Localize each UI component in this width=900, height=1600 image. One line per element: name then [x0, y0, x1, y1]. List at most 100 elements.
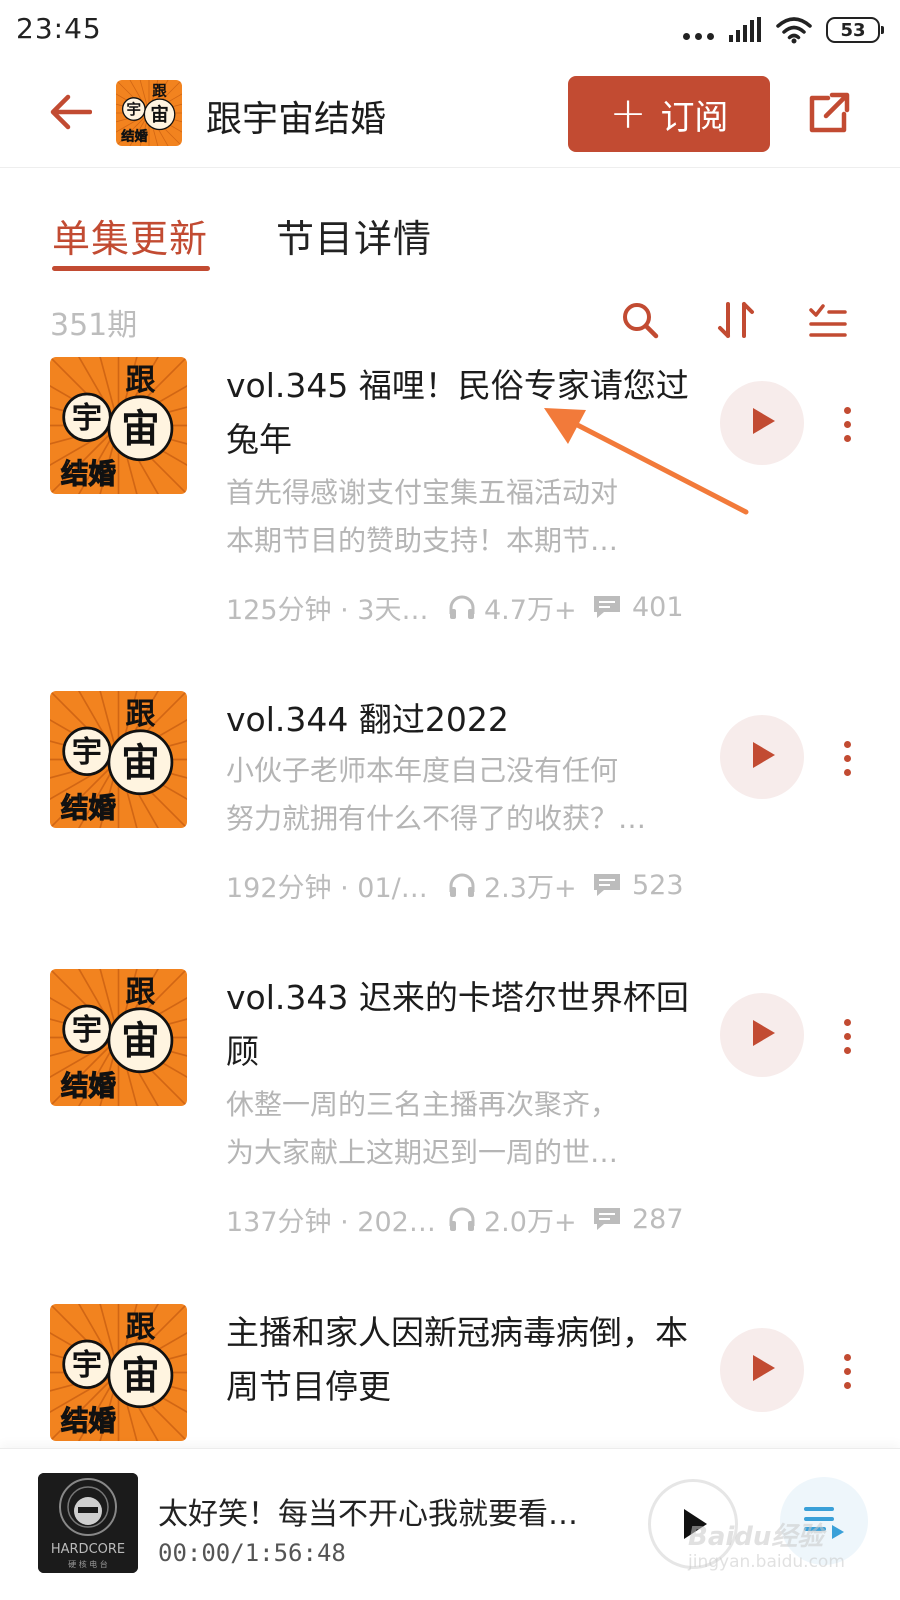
tab-bar: 单集更新 节目详情 [0, 200, 900, 280]
episode-comments: 401 [632, 591, 684, 623]
cover-char: 宙 [121, 407, 159, 452]
tab-episodes[interactable]: 单集更新 [52, 208, 208, 263]
episode-play-button[interactable] [720, 715, 804, 799]
cover-char: 跟 [125, 363, 156, 398]
cover-art-icon: 跟宇 宙结婚 [50, 357, 187, 494]
episode-cover: 跟宇宙结婚 [50, 1304, 187, 1441]
episode-meta: 192分钟 · 01/… 2.3万+ 523 [226, 867, 696, 904]
plus-icon: + [609, 88, 647, 139]
cover-char: 宇 [72, 735, 102, 770]
cover-char: 跟 [125, 975, 156, 1010]
episode-description-line: 小伙子老师本年度自己没有任何 [226, 754, 619, 787]
episode-play-button[interactable] [720, 993, 804, 1077]
episode-cover: 跟宇宙结婚 [50, 691, 187, 828]
watermark-url: jingyan.baidu.com [688, 1552, 845, 1572]
cover-char: 宙 [150, 104, 168, 126]
cover-char: 宇 [127, 100, 142, 118]
play-icon [745, 1351, 779, 1389]
cover-char: 跟 [125, 697, 156, 732]
episode-count: 351期 [50, 308, 138, 343]
cover-char: 宇 [72, 1348, 102, 1383]
battery-indicator: 53 [826, 17, 884, 43]
episode-plays: 2.0万+ [484, 1206, 577, 1238]
now-playing-time: 00:00/1:56:48 [158, 1539, 346, 1567]
now-playing-title: 太好笑！每当不开心我就要看… [158, 1497, 578, 1532]
cover-char: 宙 [121, 1019, 159, 1064]
episode-play-button[interactable] [720, 1328, 804, 1412]
episode-more-button[interactable] [832, 733, 862, 783]
episode-cover: 跟宇宙结婚 [50, 969, 187, 1106]
episode-duration: 192分钟 · 01/… [226, 872, 428, 904]
episode-description: 休整一周的三名主播再次聚齐， 为大家献上这期迟到一周的世… [226, 1081, 686, 1177]
share-button[interactable] [800, 86, 856, 142]
episode-description-line: 努力就拥有什么不得了的收获？… [226, 802, 647, 835]
podcast-cover: 跟宇宙结婚 [116, 80, 182, 146]
cover-char: 跟 [152, 83, 167, 100]
cover-char: 宙 [121, 1354, 159, 1399]
episode-meta: 137分钟 · 202… 2.0万+ 287 [226, 1201, 696, 1238]
comment-icon [592, 594, 622, 620]
cover-char: 结婚 [61, 1071, 116, 1102]
episode-duration: 125分钟 · 3天… [226, 594, 429, 626]
comment-icon [592, 872, 622, 898]
episode-description-line: 休整一周的三名主播再次聚齐， [226, 1088, 619, 1121]
headphones-icon [448, 1206, 476, 1232]
wifi-icon [776, 17, 812, 44]
search-button[interactable] [616, 296, 664, 344]
episode-description: 首先得感谢支付宝集五福活动对 本期节目的赞助支持！本期节… [226, 469, 686, 565]
signal-bars-icon [729, 17, 761, 42]
cover-char: 宇 [72, 1013, 102, 1048]
cover-art-icon: 跟宇 宙结婚 [50, 691, 187, 828]
search-icon [623, 303, 659, 339]
episode-play-button[interactable] [720, 381, 804, 465]
comment-icon [592, 1206, 622, 1232]
cover-char: 结婚 [61, 1406, 116, 1437]
episode-title: 主播和家人因新冠病毒病倒，本周节目停更 [226, 1313, 688, 1406]
episode-cover: 跟宇宙结婚 [50, 357, 187, 494]
cover-char: 宇 [72, 401, 102, 436]
episode-description-line: 为大家献上这期迟到一周的世… [226, 1136, 619, 1169]
episode-description-line: 首先得感谢支付宝集五福活动对 [226, 476, 619, 509]
play-icon [745, 738, 779, 776]
episode-more-button[interactable] [832, 1011, 862, 1061]
episode-description-line: 本期节目的赞助支持！本期节… [226, 524, 619, 557]
play-icon [745, 1016, 779, 1054]
cover-char: 结婚 [61, 459, 116, 490]
play-icon [745, 404, 779, 442]
notification-dots-icon [683, 20, 714, 40]
now-playing-cover: HARDCORE 硬 核 电 台 [38, 1473, 138, 1573]
headphones-icon [448, 872, 476, 898]
episode-duration: 137分钟 · 202… [226, 1206, 436, 1238]
cover-text: HARDCORE [51, 1542, 125, 1557]
subscribe-label: 订阅 [660, 97, 729, 138]
subscribe-button[interactable]: + 订阅 [568, 76, 770, 152]
status-bar: 23:45 53 [0, 0, 900, 62]
cover-char: 跟 [125, 1310, 156, 1345]
multi-select-icon [809, 304, 847, 337]
multi-select-button[interactable] [804, 296, 852, 344]
tab-details[interactable]: 节目详情 [276, 208, 432, 263]
status-time: 23:45 [16, 12, 102, 45]
sort-button[interactable] [712, 296, 760, 344]
back-button[interactable] [44, 86, 96, 138]
cover-char: 结婚 [61, 793, 116, 824]
cover-art-icon: 跟宇 宙结婚 [50, 969, 187, 1106]
episode-more-button[interactable] [832, 399, 862, 449]
back-arrow-icon [50, 94, 92, 130]
cover-char: 结婚 [121, 128, 148, 145]
episode-list-toolbar: 351期 [0, 296, 900, 348]
episode-description: 小伙子老师本年度自己没有任何 努力就拥有什么不得了的收获？… [226, 747, 686, 843]
episode-plays: 4.7万+ [484, 594, 577, 626]
cover-subtext: 硬 核 电 台 [68, 1559, 108, 1569]
episode-title: vol.343 迟来的卡塔尔世界杯回顾 [226, 978, 689, 1071]
episode-title: vol.345 福哩！民俗专家请您过兔年 [226, 366, 689, 459]
hardcore-logo-icon: HARDCORE 硬 核 电 台 [38, 1473, 138, 1573]
podcast-header: 跟宇宙结婚 跟宇宙结婚 + 订阅 [0, 62, 900, 168]
cover-art-icon: 跟宇 宙结婚 [50, 1304, 187, 1441]
podcast-title: 跟宇宙结婚 [206, 99, 387, 140]
share-icon [809, 92, 850, 133]
status-indicators: 53 [683, 14, 884, 46]
episode-meta: 125分钟 · 3天… 4.7万+ 401 [226, 589, 696, 626]
episode-more-button[interactable] [832, 1346, 862, 1396]
episode-comments: 523 [632, 869, 684, 901]
